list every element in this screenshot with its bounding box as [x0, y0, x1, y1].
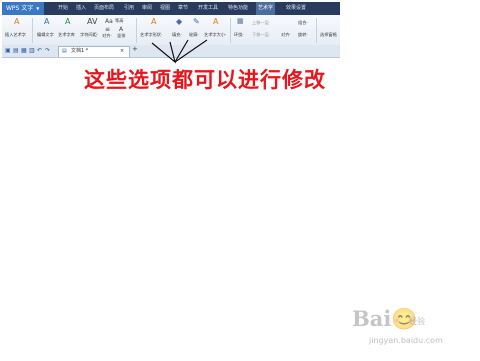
- annotation-arrow: [151, 41, 177, 64]
- annotation-arrow: [174, 39, 189, 63]
- watermark-url: jingyan.baidu.com: [369, 336, 443, 345]
- baidu-watermark: Bai😊 经验 jingyan.baidu.com: [352, 306, 472, 354]
- annotation-arrow: [174, 39, 208, 63]
- annotation-caption: 这些选项都可以进行修改: [84, 68, 326, 92]
- baidu-logo: Bai😊: [352, 306, 418, 331]
- watermark-sub: 经验: [409, 317, 425, 326]
